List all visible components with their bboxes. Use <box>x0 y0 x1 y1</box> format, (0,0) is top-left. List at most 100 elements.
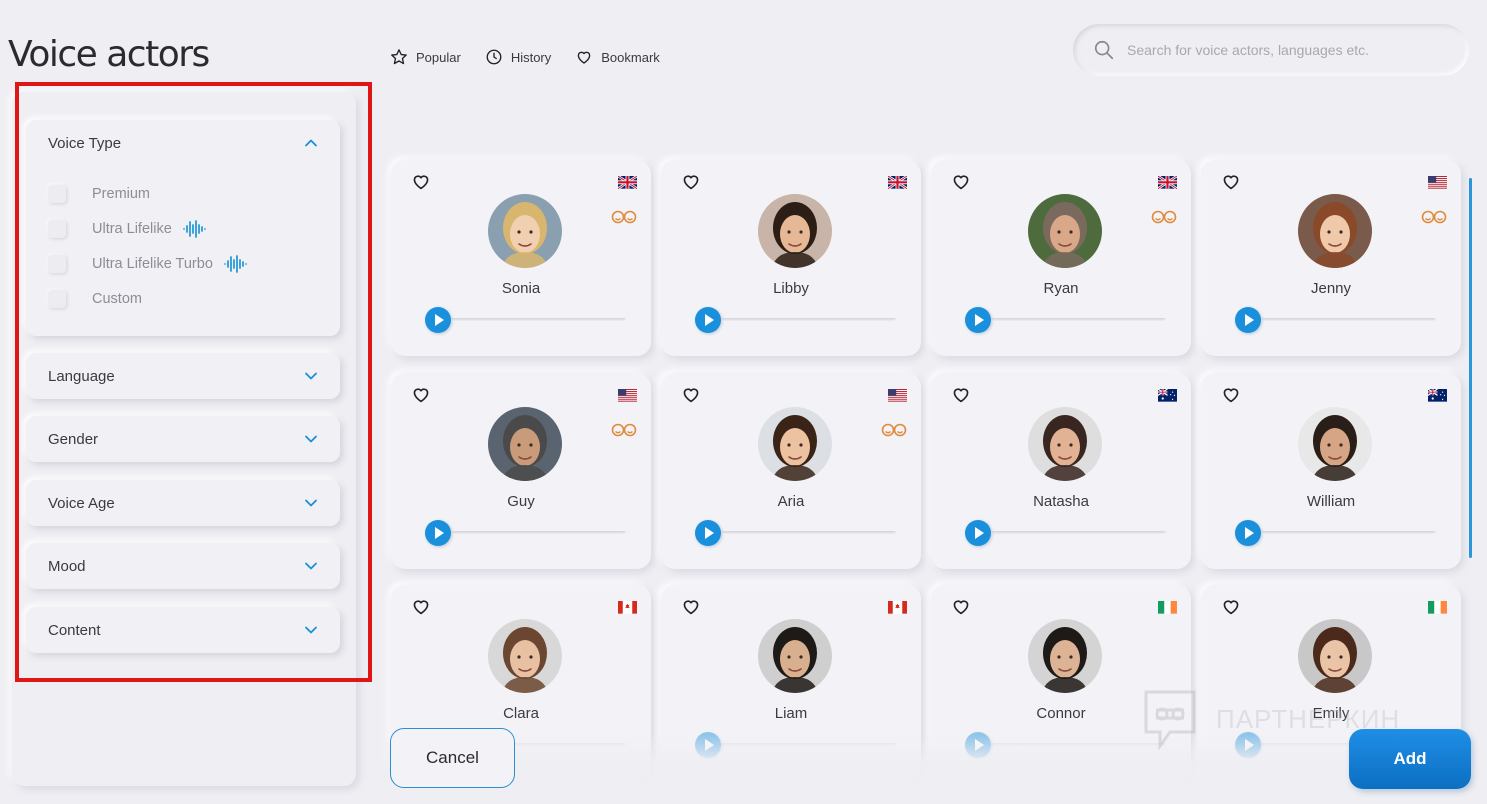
filter-content-header[interactable]: Content <box>26 607 340 653</box>
custom-checkbox[interactable] <box>48 289 66 308</box>
option-custom-label: Custom <box>92 290 142 307</box>
filter-mood-header[interactable]: Mood <box>26 543 340 589</box>
flag-au-icon <box>1157 388 1177 402</box>
favorite-heart-icon[interactable] <box>411 172 431 190</box>
play-button[interactable] <box>1235 307 1261 333</box>
filter-language-header[interactable]: Language <box>26 353 340 399</box>
audio-progress-track[interactable] <box>451 531 626 535</box>
favorite-heart-icon[interactable] <box>1221 172 1241 190</box>
filter-language[interactable]: Language <box>26 353 340 399</box>
heart-icon <box>577 51 591 64</box>
favorite-heart-icon[interactable] <box>411 385 431 403</box>
flag-ca-icon <box>888 601 907 614</box>
play-button[interactable] <box>965 307 991 333</box>
actor-card-sonia[interactable]: Sonia <box>391 160 651 356</box>
actor-name: Jenny <box>1310 280 1352 297</box>
filter-mood[interactable]: Mood <box>26 543 340 589</box>
play-button[interactable] <box>695 307 721 333</box>
audio-progress-track[interactable] <box>1261 531 1436 535</box>
premium-checkbox[interactable] <box>48 184 66 203</box>
flag-au-icon <box>1427 388 1447 402</box>
actor-card-jenny[interactable]: Jenny <box>1201 160 1461 356</box>
actor-card-aria[interactable]: Aria <box>661 373 921 569</box>
filter-voice-age[interactable]: Voice Age <box>26 480 340 526</box>
filter-gender-label: Gender <box>48 430 99 448</box>
play-button[interactable] <box>965 520 991 546</box>
audio-progress-track[interactable] <box>991 318 1166 322</box>
ultra-lifelike-turbo-checkbox[interactable] <box>48 254 66 273</box>
actor-name: Sonia <box>501 280 541 297</box>
play-button[interactable] <box>425 307 451 333</box>
audio-progress-track[interactable] <box>721 318 896 322</box>
audio-progress-track[interactable] <box>1261 318 1436 322</box>
actor-card-guy[interactable]: Guy <box>391 373 651 569</box>
play-button[interactable] <box>1235 520 1261 546</box>
waveform-icon <box>182 219 206 238</box>
actor-card-ryan[interactable]: Ryan <box>931 160 1191 356</box>
favorite-heart-icon[interactable] <box>1221 385 1241 403</box>
favorite-heart-icon[interactable] <box>681 172 701 190</box>
filter-gender-header[interactable]: Gender <box>26 416 340 462</box>
emotions-icon <box>1151 210 1177 224</box>
cancel-button[interactable]: Cancel <box>390 728 515 788</box>
avatar <box>488 407 562 481</box>
flag-uk-icon <box>887 175 908 191</box>
filter-voice-age-label: Voice Age <box>48 494 115 512</box>
favorite-heart-icon[interactable] <box>681 597 701 615</box>
filter-content-label: Content <box>48 621 101 639</box>
chevron-down-icon <box>305 435 317 443</box>
audio-progress-track[interactable] <box>991 531 1166 535</box>
audio-progress-track[interactable] <box>451 318 626 322</box>
search-input[interactable] <box>1127 42 1447 58</box>
emotions-icon <box>611 210 637 224</box>
flag-us-icon <box>888 389 907 402</box>
actor-name: Clara <box>503 705 539 722</box>
favorite-heart-icon[interactable] <box>1221 597 1241 615</box>
filter-content[interactable]: Content <box>26 607 340 653</box>
filter-gender[interactable]: Gender <box>26 416 340 462</box>
option-ultra-lifelike[interactable]: Ultra Lifelike <box>26 211 340 246</box>
top-nav: Popular History Bookmark <box>390 48 684 66</box>
avatar <box>758 619 832 693</box>
ultra-lifelike-checkbox[interactable] <box>48 219 66 238</box>
flag-ie-icon <box>1428 601 1447 614</box>
option-ultra-lifelike-turbo[interactable]: Ultra Lifelike Turbo <box>26 246 340 281</box>
option-premium-label: Premium <box>92 185 151 202</box>
filter-voice-type-header[interactable]: Voice Type <box>26 120 340 166</box>
favorite-heart-icon[interactable] <box>681 385 701 403</box>
play-button[interactable] <box>695 520 721 546</box>
add-button[interactable]: Add <box>1349 729 1471 789</box>
avatar <box>1028 619 1102 693</box>
emotions-icon <box>611 423 637 437</box>
option-custom[interactable]: Custom <box>26 281 340 316</box>
nav-bookmark[interactable]: Bookmark <box>575 48 660 66</box>
actor-card-william[interactable]: William <box>1201 373 1461 569</box>
chevron-down-icon <box>305 499 317 507</box>
audio-progress-track[interactable] <box>721 531 896 535</box>
avatar <box>758 194 832 268</box>
search-bar <box>1073 24 1469 76</box>
nav-popular-label: Popular <box>416 49 461 65</box>
flag-ie-icon <box>1158 601 1177 614</box>
avatar <box>488 194 562 268</box>
filter-voice-age-header[interactable]: Voice Age <box>26 480 340 526</box>
avatar <box>1028 194 1102 268</box>
actor-name: Guy <box>507 493 535 510</box>
nav-history[interactable]: History <box>485 48 551 66</box>
play-button[interactable] <box>425 520 451 546</box>
actor-name: Aria <box>777 493 805 510</box>
avatar <box>1298 407 1372 481</box>
actor-card-natasha[interactable]: Natasha <box>931 373 1191 569</box>
filter-voice-type-label: Voice Type <box>48 134 122 152</box>
chevron-up-icon <box>305 139 317 147</box>
favorite-heart-icon[interactable] <box>951 172 971 190</box>
favorite-heart-icon[interactable] <box>951 385 971 403</box>
actor-name: William <box>1306 493 1356 510</box>
actor-card-libby[interactable]: Libby <box>661 160 921 356</box>
option-premium[interactable]: Premium <box>26 176 340 211</box>
favorite-heart-icon[interactable] <box>951 597 971 615</box>
nav-popular[interactable]: Popular <box>390 48 461 66</box>
actor-name: Natasha <box>1033 493 1089 510</box>
scrollbar[interactable] <box>1469 178 1472 558</box>
favorite-heart-icon[interactable] <box>411 597 431 615</box>
